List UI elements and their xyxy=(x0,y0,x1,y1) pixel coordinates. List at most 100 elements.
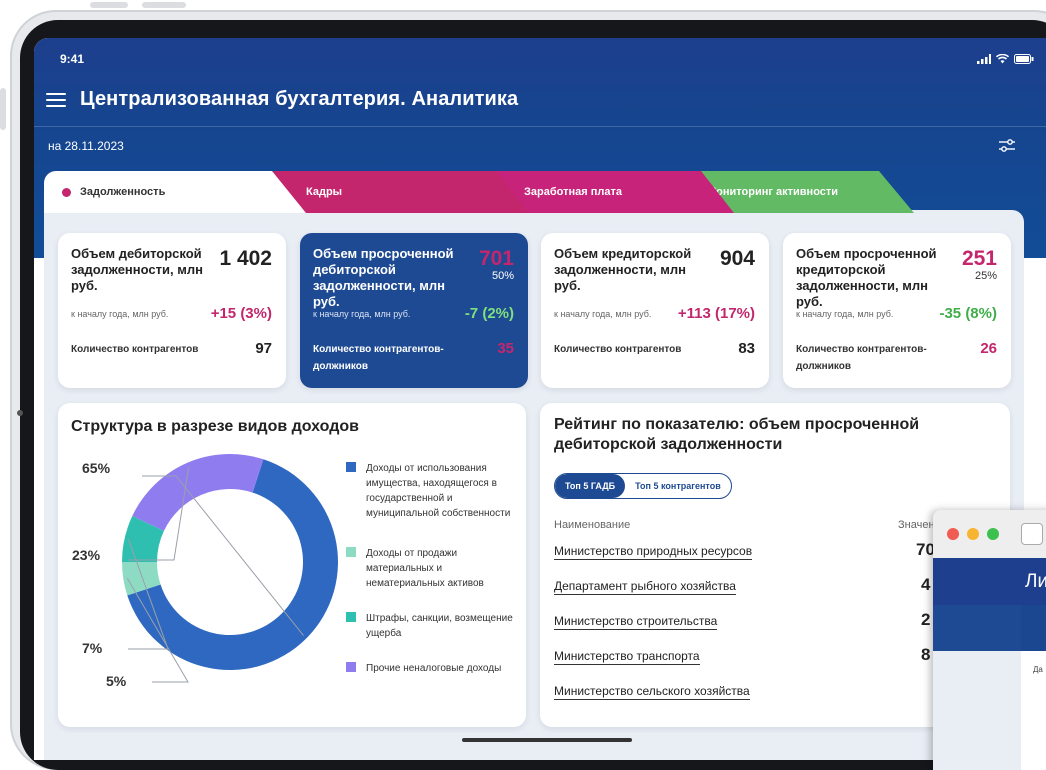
kpi-value: 904 xyxy=(719,247,755,270)
battery-icon xyxy=(1014,54,1034,64)
tab-label: Задолженность xyxy=(80,186,166,198)
kpi-title: Объем просроченной дебиторской задолженн… xyxy=(313,246,454,309)
report-date: на 28.11.2023 xyxy=(48,139,124,153)
rating-row-link[interactable]: Министерство природных ресурсов xyxy=(554,544,753,560)
overlay-inner-panel xyxy=(1021,605,1046,651)
kpi-count-label: Количество контрагентов-должников xyxy=(313,344,444,372)
donut-chart xyxy=(122,454,338,683)
kpi-percent: 25% xyxy=(974,270,997,282)
status-bar: 9:41 xyxy=(60,52,1034,66)
kpi-value: 251 xyxy=(961,247,997,270)
legend-item: Доходы от использования имущества, наход… xyxy=(346,461,518,546)
toggle-top5-gadb[interactable]: Топ 5 ГАДБ xyxy=(555,474,626,498)
column-header-name: Наименование xyxy=(554,519,631,531)
dashboard-content: Объем дебиторской задолженности, млн руб… xyxy=(44,210,1024,760)
kpi-count: 26 xyxy=(980,340,997,357)
section-title: Рейтинг по показателю: объем просроченно… xyxy=(554,416,920,453)
slice-label-7: 7% xyxy=(82,640,103,656)
kpi-count-label: Количество контрагентов xyxy=(554,344,682,355)
slice-label-23: 23% xyxy=(72,547,101,563)
overlay-small-text: Да xyxy=(1033,665,1043,674)
kpi-subtitle: к началу года, млн руб. xyxy=(554,309,652,319)
kpi-card-overdue-payables[interactable]: Объем просроченной кредиторской задолжен… xyxy=(783,233,1011,388)
status-icons xyxy=(977,54,1034,64)
filter-settings-icon[interactable] xyxy=(998,138,1016,154)
kpi-change: -7 (2%) xyxy=(464,305,514,322)
kpi-count: 83 xyxy=(738,340,755,357)
legend-label: Прочие неналоговые доходы xyxy=(366,663,502,674)
rating-value: 2 xyxy=(921,610,931,629)
power-button xyxy=(142,2,186,8)
donut-slice xyxy=(132,454,264,531)
kpi-value: 701 xyxy=(478,247,514,270)
close-window-icon[interactable] xyxy=(947,528,959,540)
kpi-title: Объем дебиторской задолженности, млн руб… xyxy=(71,246,203,293)
tab-debt[interactable]: Задолженность xyxy=(44,171,306,213)
title-bar: Централизованная бухгалтерия. Аналитика xyxy=(46,88,518,111)
legend-swatch xyxy=(346,547,356,557)
kpi-change: -35 (8%) xyxy=(939,305,997,322)
legend-item: Прочие неналоговые доходы xyxy=(346,661,518,676)
window-titlebar xyxy=(933,510,1046,558)
overlay-subheader xyxy=(933,605,1046,651)
legend-label: Штрафы, санкции, возмещение ущерба xyxy=(366,613,513,639)
slice-label-65: 65% xyxy=(82,460,111,476)
income-structure-card: Структура в разрезе видов доходов 65% 23… xyxy=(58,403,526,727)
column-header-value: Значен xyxy=(898,519,935,531)
app-title: Централизованная бухгалтерия. Аналитика xyxy=(80,88,519,110)
tab-label: Кадры xyxy=(306,186,343,198)
legend-swatch xyxy=(346,612,356,622)
tab-personnel[interactable]: Кадры xyxy=(264,171,529,213)
active-tab-dot xyxy=(62,187,71,197)
kpi-count-label: Количество контрагентов-должников xyxy=(796,344,927,372)
legend-label: Доходы от продажи материальных и нематер… xyxy=(366,548,484,589)
legend-item: Доходы от продажи материальных и нематер… xyxy=(346,546,518,611)
signal-icon xyxy=(977,54,991,64)
legend-item: Штрафы, санкции, возмещение ущерба xyxy=(346,611,518,661)
kpi-subtitle: к началу года, млн руб. xyxy=(71,309,169,319)
slice-label-5: 5% xyxy=(106,673,127,689)
tab-label: Заработная плата xyxy=(524,186,622,198)
legend-swatch xyxy=(346,462,356,472)
overlay-header: Ли xyxy=(933,558,1046,605)
rating-row-link[interactable]: Департамент рыбного хозяйства xyxy=(554,579,736,595)
home-indicator xyxy=(462,738,632,742)
chart-legend: Доходы от использования имущества, наход… xyxy=(346,461,518,676)
maximize-window-icon[interactable] xyxy=(987,528,999,540)
kpi-value: 1 402 xyxy=(219,247,272,270)
top5-toggle: Топ 5 ГАДБ Топ 5 контрагентов xyxy=(554,473,732,499)
status-time: 9:41 xyxy=(60,52,85,66)
camera-dot xyxy=(17,410,23,416)
window-toolbar-box xyxy=(1021,523,1043,545)
rating-row-link[interactable]: Министерство сельского хозяйства xyxy=(554,684,750,700)
kpi-title: Объем просроченной кредиторской задолжен… xyxy=(796,246,937,309)
header-divider xyxy=(34,126,1046,127)
hamburger-menu-icon[interactable] xyxy=(46,92,66,107)
kpi-count: 35 xyxy=(497,340,514,357)
overlay-window: Ли Да xyxy=(933,510,1046,770)
kpi-change: +113 (17%) xyxy=(677,305,755,322)
minimize-window-icon[interactable] xyxy=(967,528,979,540)
legend-swatch xyxy=(346,662,356,672)
kpi-card-overdue-receivables[interactable]: Объем просроченной дебиторской задолженн… xyxy=(300,233,528,388)
overlay-body: Да xyxy=(933,651,1046,770)
kpi-change: +15 (3%) xyxy=(210,305,272,322)
side-button xyxy=(0,88,6,130)
rating-value: 8 xyxy=(921,645,931,664)
toggle-top5-counterparties[interactable]: Топ 5 контрагентов xyxy=(625,474,731,498)
rating-row-link[interactable]: Министерство строительства xyxy=(554,614,718,630)
wifi-icon xyxy=(996,54,1009,64)
kpi-title: Объем кредиторской задолженности, млн ру… xyxy=(554,246,692,293)
kpi-card-payables[interactable]: Объем кредиторской задолженности, млн ру… xyxy=(541,233,769,388)
kpi-subtitle: к началу года, млн руб. xyxy=(796,309,894,319)
rating-row-link[interactable]: Министерство транспорта xyxy=(554,649,700,665)
kpi-count-label: Количество контрагентов xyxy=(71,344,199,355)
kpi-subtitle: к началу года, млн руб. xyxy=(313,309,411,319)
kpi-percent: 50% xyxy=(491,270,514,282)
tab-label: Мониторинг активности xyxy=(707,186,839,198)
rating-value: 4 xyxy=(921,575,931,594)
app-screen: 9:41 Централизованная бухгалтерия. Анали… xyxy=(34,38,1046,760)
kpi-count: 97 xyxy=(255,340,272,357)
legend-label: Доходы от использования имущества, наход… xyxy=(366,463,511,519)
kpi-card-receivables[interactable]: Объем дебиторской задолженности, млн руб… xyxy=(58,233,286,388)
